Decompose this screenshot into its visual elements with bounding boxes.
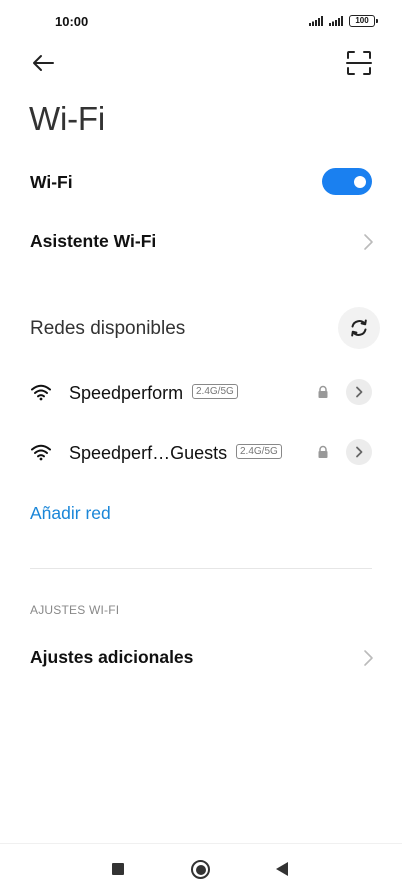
home-dot	[195, 864, 206, 875]
additional-settings-row[interactable]: Ajustes adicionales	[0, 638, 402, 678]
status-time: 10:00	[55, 14, 89, 29]
chevron-right-icon	[356, 386, 363, 398]
wifi-signal-icon	[31, 384, 51, 401]
network-row[interactable]: Speedperf…Guests 2.4G/5G	[0, 431, 402, 477]
status-icons: 100	[309, 15, 378, 27]
wifi-settings-group-label: AJUSTES WI-FI	[30, 603, 120, 617]
wifi-assistant-row[interactable]: Asistente Wi-Fi	[0, 222, 402, 262]
wifi-toggle-switch[interactable]	[322, 168, 372, 195]
wifi-assistant-label: Asistente Wi-Fi	[30, 231, 157, 251]
arrow-left-icon	[33, 55, 54, 71]
network-row[interactable]: Speedperform 2.4G/5G	[0, 371, 402, 417]
lock-icon	[318, 385, 328, 398]
band-badge: 2.4G/5G	[236, 444, 282, 459]
qr-scan-button[interactable]	[346, 50, 372, 76]
additional-settings-label: Ajustes adicionales	[30, 647, 194, 667]
band-badge: 2.4G/5G	[192, 384, 238, 399]
qr-scan-icon	[346, 51, 372, 75]
toggle-knob	[354, 175, 366, 188]
lock-icon	[318, 445, 328, 458]
navigation-bar	[0, 843, 402, 893]
divider	[30, 568, 372, 569]
back-button[interactable]	[26, 48, 60, 78]
add-network-link[interactable]: Añadir red	[30, 503, 111, 524]
chevron-right-icon	[356, 446, 363, 458]
network-name: Speedperform	[69, 383, 184, 403]
wifi-toggle-label: Wi-Fi	[30, 172, 73, 192]
available-networks-title: Redes disponibles	[30, 318, 186, 339]
refresh-icon	[351, 319, 367, 337]
network-details-button[interactable]	[346, 439, 372, 465]
signal-icon	[329, 16, 343, 26]
network-name: Speedperf…Guests	[69, 443, 228, 463]
wifi-signal-icon	[31, 444, 51, 461]
back-triangle-icon[interactable]	[276, 862, 288, 876]
recents-square-icon[interactable]	[112, 863, 124, 875]
battery-icon: 100	[349, 15, 378, 27]
page-title: Wi-Fi	[29, 100, 105, 137]
chevron-right-icon	[364, 234, 373, 250]
network-details-button[interactable]	[346, 379, 372, 405]
status-bar: 10:00 100	[0, 0, 402, 44]
chevron-right-icon	[364, 650, 373, 666]
home-circle-icon[interactable]	[191, 860, 210, 879]
signal-icon	[309, 16, 323, 26]
battery-level: 100	[355, 16, 369, 25]
refresh-button[interactable]	[338, 307, 380, 349]
